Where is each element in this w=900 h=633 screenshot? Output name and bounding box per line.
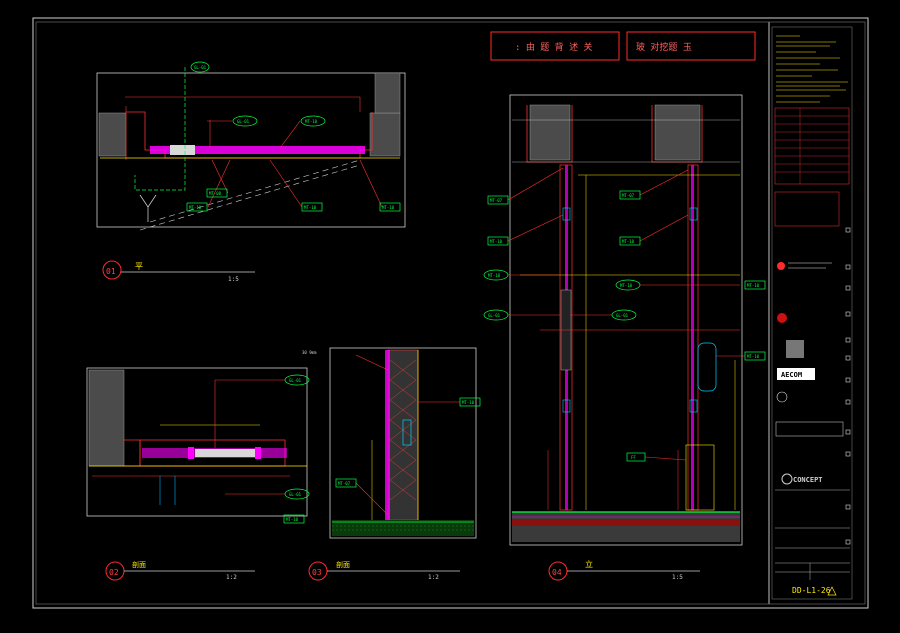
view-01-scale: 1:5 [228,276,239,283]
outer-border [32,17,869,609]
view-02-title: 02 剖面 1:2 [105,560,255,581]
svg-text:MT-07: MT-07 [622,193,635,198]
svg-text:MT-10: MT-10 [304,205,317,210]
view-02-scale: 1:2 [226,574,237,581]
v2-tag-a: GL-01 [284,374,310,386]
v1-tag-f: MT-10 [379,202,401,212]
v4-tag-a: MT-07 [487,195,509,205]
v4-tag-b: MT-10 [487,236,509,246]
v1-tag-e: MT-10 [301,202,323,212]
view-01-number: 01 [106,267,116,276]
svg-text:GL-01: GL-01 [488,313,501,318]
svg-text:MT-10: MT-10 [488,273,501,278]
inner-border [35,21,866,605]
svg-text:MT-07: MT-07 [338,481,351,486]
svg-text:30 9mm: 30 9mm [302,350,317,355]
v4-tag-h: MT-10 [744,280,766,290]
cad-drawing-sheet: : 由 题 背 述 关 玻 对挖题 玉 GL-01 GL-01 MT-10 MT… [32,17,869,609]
view-04-number: 04 [552,568,562,577]
v4-tag-e: MT-07 [619,190,641,200]
view-01-plan: GL-01 GL-01 MT-10 MT-08 MT-10 MT-10 MT-1… [96,61,406,231]
concept-logo: CONCEPT [793,476,823,484]
top-box-right-text: 玻 对挖题 玉 [636,41,692,53]
aecom-logo: AECOM [781,371,802,379]
svg-text:MT-08: MT-08 [209,191,222,196]
view-02-number: 02 [109,568,119,577]
v3-tag-a: MT-10 [459,397,481,407]
view-03-scale: 1:2 [428,574,439,581]
view-02-section: GL-01 GL-01 MT-10 [86,367,310,524]
svg-text:GL-01: GL-01 [289,378,302,383]
svg-text:FF: FF [631,455,636,460]
svg-text:GL-01: GL-01 [237,119,250,124]
v4-tag-i: GL-01 [611,309,637,321]
svg-text:MT-10: MT-10 [622,239,635,244]
v4-tag-d: GL-01 [483,309,509,321]
top-note-boxes: : 由 题 背 述 关 玻 对挖题 玉 [490,31,756,61]
svg-text:MT-10: MT-10 [189,205,202,210]
v1-tag-top: GL-01 [190,61,210,73]
svg-text:MT-10: MT-10 [462,400,475,405]
svg-text:GL-01: GL-01 [616,313,629,318]
view-04-scale: 1:5 [672,574,683,581]
v4-tag-f: MT-10 [619,236,641,246]
v4-tag-j: MT-10 [744,351,766,361]
v4-tag-g: MT-10 [615,279,641,291]
v1-tag-a: GL-01 [232,115,258,127]
title-block: AECOM CONCEPT DD-L1-26 [771,26,853,600]
view-04-elevation: MT-07 MT-10 MT-10 GL-01 MT-07 MT-10 MT-1… [483,94,766,546]
view-02-title-text: 剖面 [132,560,146,569]
view-04-title: 04 立 1:5 [548,559,700,581]
view-03-title: 03 剖面 1:2 [308,560,460,581]
drawing-number: DD-L1-26 [792,586,831,595]
v1-tag-c: MT-08 [206,188,228,198]
svg-text:GL-01: GL-01 [289,492,302,497]
v1-tag-d: MT-10 [186,202,208,212]
svg-text:MT-10: MT-10 [747,283,760,288]
svg-text:MT-10: MT-10 [382,205,395,210]
view-01-title-text: 平 [135,262,143,271]
view-04-title-text: 立 [585,559,593,569]
top-box-left-text: : 由 题 背 述 关 [515,41,593,53]
svg-text:MT-10: MT-10 [747,354,760,359]
v4-tag-k: FF [626,452,646,462]
svg-text:MT-10: MT-10 [490,239,503,244]
svg-text:GL-01: GL-01 [194,65,207,70]
svg-text:MT-10: MT-10 [305,119,318,124]
svg-text:MT-10: MT-10 [620,283,633,288]
v1-tag-b: MT-10 [300,115,326,127]
svg-text:MT-07: MT-07 [490,198,503,203]
view-03-section: 30 9mm MT-10 MT-07 [302,347,481,539]
view-03-title-text: 剖面 [336,560,350,569]
v4-tag-c: MT-10 [483,269,509,281]
svg-text:MT-10: MT-10 [286,517,299,522]
v2-tag-b: GL-01 [284,488,310,500]
v3-tag-b: MT-07 [335,478,357,488]
view-01-title: 01 平 1:5 [102,260,255,283]
view-03-number: 03 [312,568,322,577]
